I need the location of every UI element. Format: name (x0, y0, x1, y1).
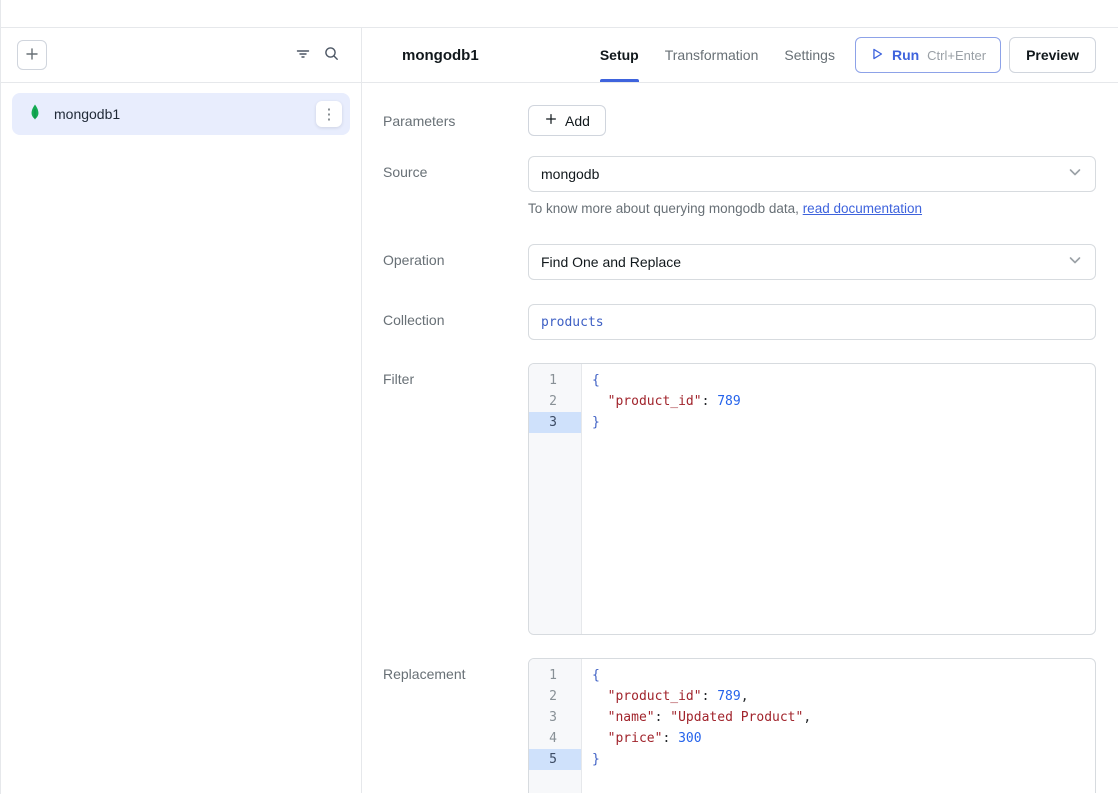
code-line: { (592, 665, 1095, 686)
query-item-label: mongodb1 (54, 106, 120, 122)
query-tabs: Setup Transformation Settings (600, 28, 835, 82)
replacement-code-editor[interactable]: 12345 { "product_id": 789, "name": "Upda… (528, 658, 1096, 793)
code-lines: { "product_id": 789, "name": "Updated Pr… (582, 659, 1095, 793)
query-title: mongodb1 (402, 47, 479, 64)
source-row: Source mongodb To know more about queryi… (383, 156, 1096, 216)
filter-queries-button[interactable] (289, 41, 317, 69)
plus-icon (544, 112, 558, 129)
code-line: } (592, 412, 1095, 433)
editor-gutter: 123 (529, 364, 582, 634)
filter-icon (295, 46, 311, 65)
code-lines: { "product_id": 789} (582, 364, 1095, 634)
source-select-value: mongodb (541, 166, 599, 182)
query-setup-form: Parameters Add Source (362, 83, 1118, 793)
add-query-button[interactable] (17, 40, 47, 70)
collection-label: Collection (383, 304, 528, 328)
line-number: 1 (529, 665, 581, 686)
query-item-menu-button[interactable]: ⋮ (316, 101, 342, 127)
parameters-row: Parameters Add (383, 105, 1096, 136)
code-line: "price": 300 (592, 728, 1095, 749)
operation-row: Operation Find One and Replace (383, 244, 1096, 280)
query-list-sidebar: mongodb1 ⋮ (1, 28, 362, 793)
operation-label: Operation (383, 244, 528, 268)
source-label: Source (383, 156, 528, 180)
line-number: 4 (529, 728, 581, 749)
read-documentation-link[interactable]: read documentation (803, 201, 922, 216)
run-shortcut-hint: Ctrl+Enter (927, 48, 986, 63)
code-line: } (592, 749, 1095, 770)
preview-button[interactable]: Preview (1009, 37, 1096, 73)
query-editor-panel: mongodb1 ⋮ mongodb1 Setup Transformation… (0, 0, 1118, 794)
query-detail-panel: mongodb1 Setup Transformation Settings R… (362, 28, 1118, 793)
run-button-label: Run (892, 47, 919, 63)
mongodb-leaf-icon (26, 103, 44, 126)
source-helper-prefix: To know more about querying mongodb data… (528, 201, 803, 216)
query-editor-body: mongodb1 ⋮ mongodb1 Setup Transformation… (1, 28, 1118, 793)
code-line: "product_id": 789, (592, 686, 1095, 707)
query-list-item-mongodb1[interactable]: mongodb1 ⋮ (12, 93, 350, 135)
collection-input-value: products (541, 315, 604, 330)
tab-transformation[interactable]: Transformation (665, 28, 759, 82)
tab-settings[interactable]: Settings (784, 28, 835, 82)
search-icon (323, 45, 340, 65)
line-number: 1 (529, 370, 581, 391)
editor-gutter: 12345 (529, 659, 582, 793)
filter-row: Filter 123 { "product_id": 789} (383, 363, 1096, 635)
query-list: mongodb1 ⋮ (1, 83, 361, 145)
add-parameter-label: Add (565, 113, 590, 129)
line-number: 2 (529, 686, 581, 707)
top-strip (1, 0, 1118, 28)
search-queries-button[interactable] (317, 41, 345, 69)
run-button[interactable]: Run Ctrl+Enter (855, 37, 1001, 73)
replacement-row: Replacement 12345 { "product_id": 789, "… (383, 658, 1096, 793)
line-number: 3 (529, 707, 581, 728)
source-helper-text: To know more about querying mongodb data… (528, 201, 1096, 216)
tab-setup[interactable]: Setup (600, 28, 639, 82)
collection-input[interactable]: products (528, 304, 1096, 340)
source-select[interactable]: mongodb (528, 156, 1096, 192)
query-list-header (1, 28, 361, 83)
plus-icon (24, 46, 40, 65)
kebab-icon: ⋮ (322, 107, 337, 122)
query-detail-header: mongodb1 Setup Transformation Settings R… (362, 28, 1118, 83)
play-icon (870, 47, 884, 64)
filter-label: Filter (383, 363, 528, 387)
code-line: "name": "Updated Product", (592, 707, 1095, 728)
line-number: 3 (529, 412, 581, 433)
code-line: "product_id": 789 (592, 391, 1095, 412)
operation-select-value: Find One and Replace (541, 254, 681, 270)
collection-row: Collection products (383, 304, 1096, 340)
parameters-label: Parameters (383, 105, 528, 129)
filter-code-editor[interactable]: 123 { "product_id": 789} (528, 363, 1096, 635)
line-number: 5 (529, 749, 581, 770)
add-parameter-button[interactable]: Add (528, 105, 606, 136)
line-number: 2 (529, 391, 581, 412)
chevron-down-icon (1067, 252, 1083, 273)
chevron-down-icon (1067, 164, 1083, 185)
replacement-label: Replacement (383, 658, 528, 682)
code-line: { (592, 370, 1095, 391)
operation-select[interactable]: Find One and Replace (528, 244, 1096, 280)
